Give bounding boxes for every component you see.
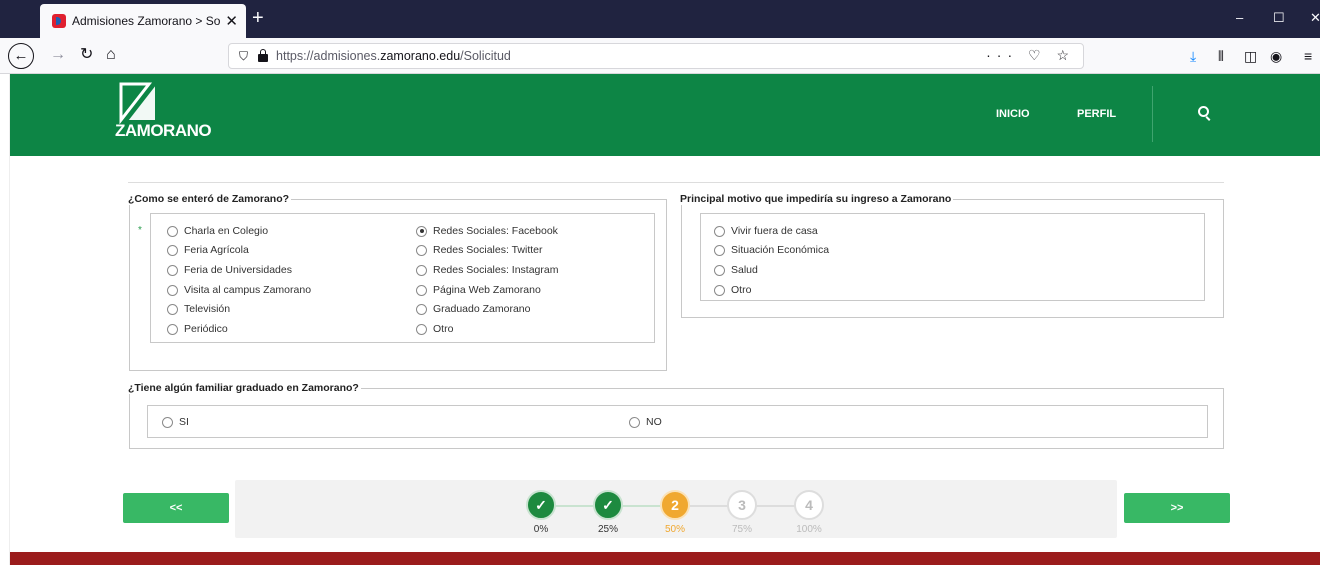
radio-icon[interactable] (416, 323, 427, 335)
nav-link-perfil[interactable]: PERFIL (1077, 108, 1116, 120)
minimize-window-button[interactable]: – (1236, 10, 1243, 25)
required-marker: * (138, 225, 142, 236)
option-feria-agricola[interactable]: Feria Agrícola (167, 244, 249, 256)
radio-icon[interactable] (416, 264, 427, 276)
url-text: https://admisiones.zamorano.edu/Solicitu… (276, 49, 511, 63)
how-heard-options: Charla en Colegio Feria Agrícola Feria d… (150, 213, 655, 343)
next-button[interactable]: >> (1124, 493, 1230, 523)
option-periodico[interactable]: Periódico (167, 323, 228, 335)
divider (128, 182, 1224, 183)
radio-icon[interactable] (416, 303, 427, 315)
option-si[interactable]: SI (162, 416, 189, 428)
option-twitter[interactable]: Redes Sociales: Twitter (416, 244, 543, 256)
radio-icon[interactable] (416, 284, 427, 296)
tracking-protection-icon[interactable]: ⛉ (239, 49, 248, 64)
option-situacion-economica[interactable]: Situación Económica (714, 244, 829, 256)
maximize-window-button[interactable]: ☐ (1273, 10, 1285, 26)
option-graduado[interactable]: Graduado Zamorano (416, 303, 530, 315)
back-button[interactable]: ← (8, 43, 34, 69)
step-2-current[interactable]: 2 (660, 490, 690, 520)
option-no[interactable]: NO (629, 416, 662, 428)
radio-icon[interactable] (167, 284, 178, 296)
radio-icon[interactable] (167, 323, 178, 335)
radio-icon[interactable] (167, 225, 178, 237)
new-tab-button[interactable]: + (252, 8, 264, 28)
radio-icon[interactable] (167, 303, 178, 315)
browser-tab[interactable]: Admisiones Zamorano > Solicit ✕ (40, 4, 246, 38)
step-2-label: 50% (664, 524, 685, 535)
family-graduate-legend: ¿Tiene algún familiar graduado en Zamora… (128, 382, 359, 394)
option-visita-campus[interactable]: Visita al campus Zamorano (167, 284, 311, 296)
library-icon[interactable]: ⫴ (1218, 48, 1224, 65)
radio-icon[interactable] (714, 244, 725, 256)
lock-icon[interactable] (258, 49, 269, 62)
option-feria-universidades[interactable]: Feria de Universidades (167, 264, 292, 276)
radio-icon[interactable] (714, 284, 725, 296)
site-favicon-icon (52, 14, 66, 28)
page-left-edge (0, 74, 10, 565)
step-4-label: 100% (796, 524, 822, 535)
reload-button[interactable]: ↻ (80, 44, 93, 66)
address-bar[interactable]: ⛉ https://admisiones.zamorano.edu/Solici… (228, 43, 1084, 69)
browser-navbar: ← → ↻ ⌂ ⛉ https://admisiones.zamorano.ed… (0, 38, 1320, 74)
previous-button[interactable]: << (123, 493, 229, 523)
radio-icon[interactable] (167, 264, 178, 276)
tab-title: Admisiones Zamorano > Solicit (72, 14, 222, 28)
step-1[interactable]: ✓ (593, 490, 623, 520)
option-instagram[interactable]: Redes Sociales: Instagram (416, 264, 558, 276)
step-1-label: 25% (597, 524, 618, 535)
nav-link-inicio[interactable]: INICIO (996, 108, 1030, 120)
option-vivir-fuera[interactable]: Vivir fuera de casa (714, 225, 818, 237)
sidebar-icon[interactable]: ◫ (1244, 48, 1257, 65)
close-window-button[interactable]: ✕ (1310, 10, 1320, 26)
main-obstacle-legend: Principal motivo que impediría su ingres… (680, 193, 952, 205)
main-obstacle-options: Vivir fuera de casa Situación Económica … (700, 213, 1205, 301)
radio-selected-icon[interactable] (416, 225, 427, 237)
downloads-icon[interactable]: ⤓ (1190, 48, 1196, 65)
forward-button[interactable]: → (50, 44, 66, 66)
zamorano-logo[interactable]: ZAMORANO (115, 80, 215, 152)
tab-close-icon[interactable]: ✕ (225, 12, 238, 30)
option-salud[interactable]: Salud (714, 264, 758, 276)
radio-icon[interactable] (162, 416, 173, 428)
option-facebook[interactable]: Redes Sociales: Facebook (416, 225, 558, 237)
step-0[interactable]: ✓ (526, 490, 556, 520)
step-4[interactable]: 4 (794, 490, 824, 520)
option-otro-motivo[interactable]: Otro (714, 284, 751, 296)
home-button[interactable]: ⌂ (106, 44, 116, 66)
radio-icon[interactable] (167, 244, 178, 256)
option-otro[interactable]: Otro (416, 323, 453, 335)
site-footer (10, 552, 1320, 565)
account-icon[interactable]: ◉ (1270, 48, 1282, 65)
option-pagina-web[interactable]: Página Web Zamorano (416, 284, 541, 296)
search-icon[interactable] (1198, 106, 1209, 117)
nav-separator (1152, 86, 1153, 142)
radio-icon[interactable] (714, 225, 725, 237)
logo-text: ZAMORANO (115, 121, 212, 140)
how-heard-legend: ¿Como se enteró de Zamorano? (128, 193, 290, 205)
step-3-label: 75% (731, 524, 752, 535)
progress-stepper: ✓ ✓ 2 3 4 0% 25% 50% 75% 100% (235, 480, 1117, 538)
browser-tab-strip: Admisiones Zamorano > Solicit ✕ + – ☐ ✕ (0, 0, 1320, 38)
option-charla-en-colegio[interactable]: Charla en Colegio (167, 225, 268, 237)
radio-icon[interactable] (714, 264, 725, 276)
option-television[interactable]: Televisión (167, 303, 230, 315)
family-graduate-options: SI NO (147, 405, 1208, 438)
page-actions[interactable]: ··· ♡ ☆ (986, 47, 1075, 64)
radio-icon[interactable] (416, 244, 427, 256)
site-header: ZAMORANO INICIO PERFIL (10, 74, 1320, 156)
step-0-label: 0% (533, 524, 549, 535)
step-3[interactable]: 3 (727, 490, 757, 520)
radio-icon[interactable] (629, 416, 640, 428)
leaf-logo-icon (119, 82, 157, 124)
form-content: ¿Como se enteró de Zamorano? * Charla en… (10, 156, 1320, 552)
menu-icon[interactable]: ≡ (1304, 48, 1312, 64)
